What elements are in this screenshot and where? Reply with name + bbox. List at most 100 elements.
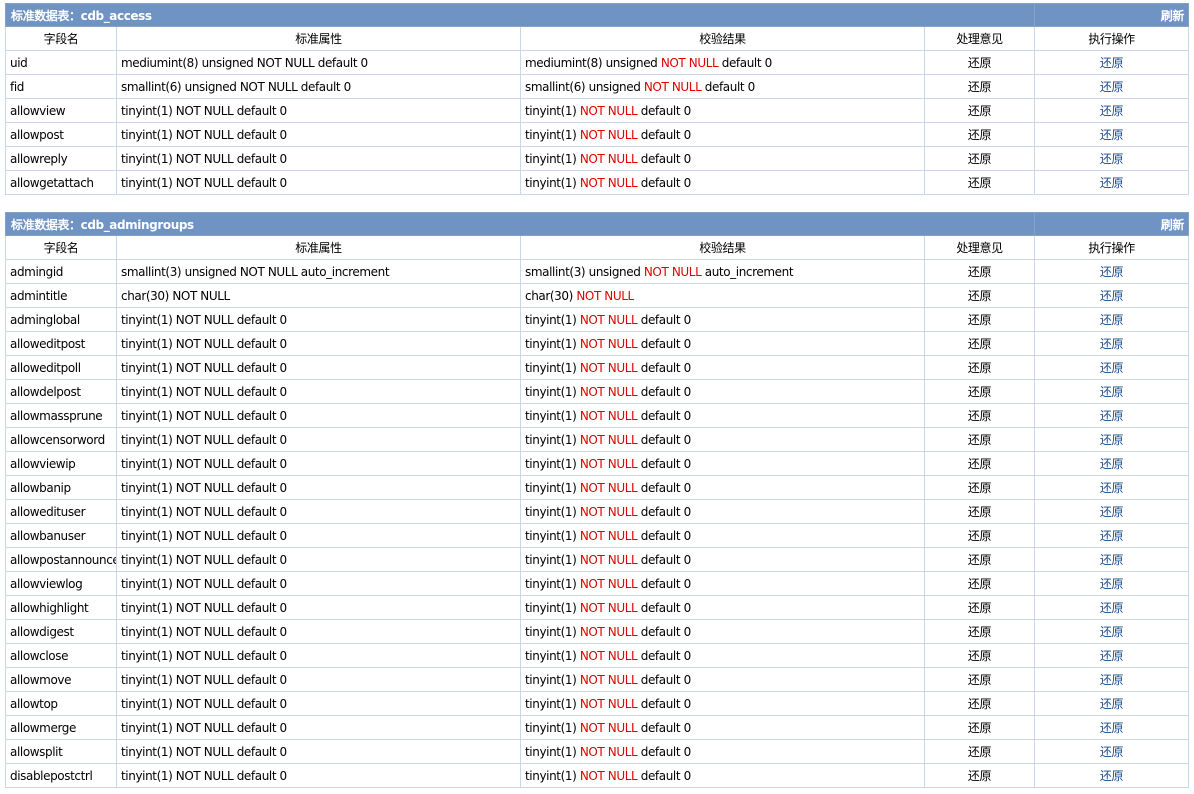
table-row: allowtop tinyint(1) NOT NULL default 0 tin… (5, 691, 1189, 716)
check-result-text: tinyint(1) (525, 624, 580, 639)
table-row: uid mediumint(8) unsigned NOT NULL defaul… (5, 50, 1189, 75)
standard-attr: tinyint(1) NOT NULL default 0 (116, 355, 521, 380)
field-name: admintitle (5, 283, 117, 308)
field-name: alloweditpost (5, 331, 117, 356)
check-result-text: tinyint(1) (525, 768, 580, 783)
restore-link[interactable]: 还原 (1034, 475, 1189, 500)
table-row: allowhighlight tinyint(1) NOT NULL defaul… (5, 595, 1189, 620)
field-name: allowmove (5, 667, 117, 692)
refresh-button[interactable]: 刷新 (1034, 3, 1189, 27)
restore-link[interactable]: 还原 (1034, 547, 1189, 572)
restore-link[interactable]: 还原 (1034, 122, 1189, 147)
check-result-text: default 0 (701, 79, 755, 94)
refresh-button[interactable]: 刷新 (1034, 212, 1189, 236)
field-name: allowcensorword (5, 427, 117, 452)
standard-attr: tinyint(1) NOT NULL default 0 (116, 595, 521, 620)
restore-link[interactable]: 还原 (1034, 691, 1189, 716)
standard-attr: tinyint(1) NOT NULL default 0 (116, 427, 521, 452)
standard-attr: tinyint(1) NOT NULL default 0 (116, 379, 521, 404)
check-result: tinyint(1) NOT NULL default 0 (520, 379, 925, 404)
restore-link[interactable]: 还原 (1034, 571, 1189, 596)
restore-link[interactable]: 还原 (1034, 427, 1189, 452)
check-result-text: tinyint(1) (525, 175, 580, 190)
restore-link[interactable]: 还原 (1034, 307, 1189, 332)
check-result-text: default 0 (637, 600, 691, 615)
col-header-action: 执行操作 (1034, 235, 1189, 260)
restore-link[interactable]: 还原 (1034, 523, 1189, 548)
table-row: allowreply tinyint(1) NOT NULL default 0t… (5, 146, 1189, 171)
check-result-text: char(30) (525, 288, 577, 303)
standard-attr: tinyint(1) NOT NULL default 0 (116, 667, 521, 692)
standard-attr: tinyint(1) NOT NULL default 0 (116, 122, 521, 147)
table-row: adminglobal tinyint(1) NOT NULL default 0… (5, 307, 1189, 332)
opinion-text: 还原 (923, 355, 1036, 380)
check-result-text: default 0 (637, 624, 691, 639)
opinion-text: 还原 (923, 499, 1036, 524)
col-header-field: 字段名 (5, 26, 117, 51)
restore-link[interactable]: 还原 (1034, 50, 1189, 75)
field-name: fid (5, 74, 117, 99)
check-result-mismatch: NOT NULL (660, 55, 719, 70)
opinion-text: 还原 (923, 451, 1036, 476)
check-result-text: smallint(3) unsigned (525, 264, 644, 279)
standard-attr: tinyint(1) NOT NULL default 0 (116, 691, 521, 716)
table-row: allowgetattach tinyint(1) NOT NULL defaul… (5, 170, 1189, 195)
field-name: allowclose (5, 643, 117, 668)
restore-link[interactable]: 还原 (1034, 74, 1189, 99)
check-result-mismatch: NOT NULL (643, 79, 702, 94)
check-result: tinyint(1) NOT NULL default 0 (520, 122, 925, 147)
restore-link[interactable]: 还原 (1034, 595, 1189, 620)
restore-link[interactable]: 还原 (1034, 739, 1189, 764)
check-result-text: default 0 (718, 55, 772, 70)
table-row: allowview tinyint(1) NOT NULL default 0 ti… (5, 98, 1189, 123)
restore-link[interactable]: 还原 (1034, 146, 1189, 171)
restore-link[interactable]: 还原 (1034, 667, 1189, 692)
restore-link[interactable]: 还原 (1034, 451, 1189, 476)
check-result-text: tinyint(1) (525, 480, 580, 495)
table-header-bar: 标准数据表：cdb_admingroups 刷新 (4, 212, 1189, 236)
table-row: allowbanip tinyint(1) NOT NULL default 0t… (5, 475, 1189, 500)
check-result-text: tinyint(1) (525, 720, 580, 735)
check-result-text: default 0 (637, 151, 691, 166)
check-result-text: tinyint(1) (525, 336, 580, 351)
restore-link[interactable]: 还原 (1034, 715, 1189, 740)
check-result: tinyint(1) NOT NULL default 0 (520, 763, 925, 788)
check-result-text: tinyint(1) (525, 103, 580, 118)
opinion-text: 还原 (923, 331, 1036, 356)
check-result: tinyint(1) NOT NULL default 0 (520, 451, 925, 476)
opinion-text: 还原 (923, 403, 1036, 428)
restore-link[interactable]: 还原 (1034, 499, 1189, 524)
standard-attr: tinyint(1) NOT NULL default 0 (116, 523, 521, 548)
check-result-text: tinyint(1) (525, 528, 580, 543)
restore-link[interactable]: 还原 (1034, 98, 1189, 123)
standard-attr: tinyint(1) NOT NULL default 0 (116, 715, 521, 740)
restore-link[interactable]: 还原 (1034, 259, 1189, 284)
check-result-mismatch: NOT NULL (579, 672, 638, 687)
table-body: uid mediumint(8) unsigned NOT NULL defaul… (5, 50, 1189, 195)
check-result-mismatch: NOT NULL (579, 696, 638, 711)
restore-link[interactable]: 还原 (1034, 643, 1189, 668)
field-name: disablepostctrl (5, 763, 117, 788)
restore-link[interactable]: 还原 (1034, 379, 1189, 404)
check-result: tinyint(1) NOT NULL default 0 (520, 146, 925, 171)
restore-link[interactable]: 还原 (1034, 170, 1189, 195)
check-result: tinyint(1) NOT NULL default 0 (520, 739, 925, 764)
restore-link[interactable]: 还原 (1034, 283, 1189, 308)
restore-link[interactable]: 还原 (1034, 763, 1189, 788)
check-result-mismatch: NOT NULL (579, 648, 638, 663)
restore-link[interactable]: 还原 (1034, 355, 1189, 380)
check-result-mismatch: NOT NULL (579, 175, 638, 190)
opinion-text: 还原 (923, 379, 1036, 404)
restore-link[interactable]: 还原 (1034, 403, 1189, 428)
check-result: tinyint(1) NOT NULL default 0 (520, 547, 925, 572)
table-row: allowbanuser tinyint(1) NOT NULL default … (5, 523, 1189, 548)
check-result-mismatch: NOT NULL (579, 624, 638, 639)
field-name: allowhighlight (5, 595, 117, 620)
restore-link[interactable]: 还原 (1034, 619, 1189, 644)
table-row: allowdelpost tinyint(1) NOT NULL default … (5, 379, 1189, 404)
table-row: allowviewlog tinyint(1) NOT NULL default … (5, 571, 1189, 596)
check-result-text: default 0 (637, 175, 691, 190)
restore-link[interactable]: 还原 (1034, 331, 1189, 356)
check-result-mismatch: NOT NULL (579, 768, 638, 783)
check-result-mismatch: NOT NULL (579, 480, 638, 495)
